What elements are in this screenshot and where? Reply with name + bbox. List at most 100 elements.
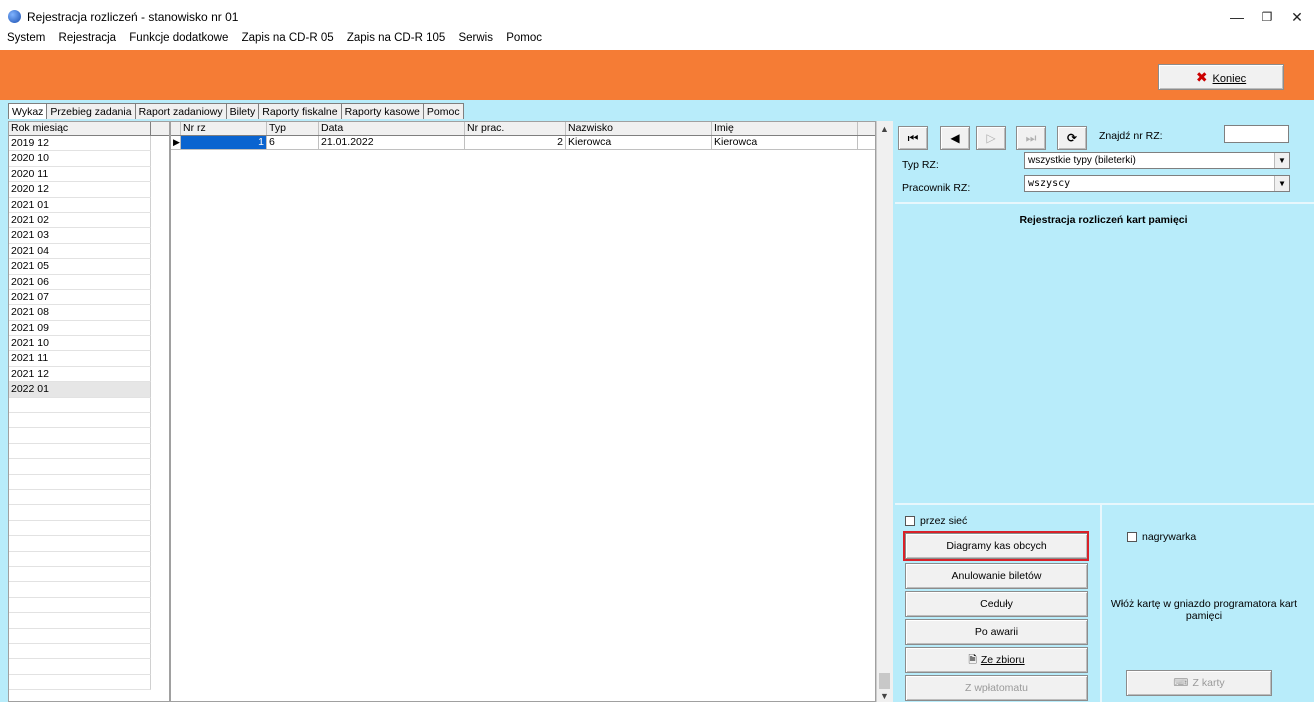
empty-row <box>9 597 151 614</box>
po-awarii-button[interactable]: Po awarii <box>905 619 1088 645</box>
anulowanie-biletow-button[interactable]: Anulowanie biletów <box>905 563 1088 589</box>
prev-icon: ◀ <box>950 131 960 145</box>
cell-nr-prac[interactable]: 2 <box>465 136 566 149</box>
grid-header: Nr rz Typ Data Nr prac. Nazwisko Imię <box>171 122 875 136</box>
scroll-down-icon[interactable]: ▼ <box>880 691 889 701</box>
list-item[interactable]: 2021 01 <box>9 197 151 213</box>
find-rz-input[interactable] <box>1224 125 1289 143</box>
menu-pomoc[interactable]: Pomoc <box>506 32 542 44</box>
list-item[interactable]: 2020 12 <box>9 182 151 198</box>
scroll-up-icon[interactable]: ▲ <box>880 124 889 134</box>
list-item[interactable]: 2021 07 <box>9 289 151 306</box>
empty-row <box>9 582 151 598</box>
koniec-button[interactable]: ✖ Koniec <box>1158 64 1284 90</box>
divider <box>895 202 1314 204</box>
col-typ[interactable]: Typ <box>267 122 319 135</box>
cell-typ[interactable]: 6 <box>267 136 319 149</box>
cell-nr-rz[interactable]: 1 <box>181 136 267 149</box>
list-item[interactable]: 2021 06 <box>9 274 151 290</box>
z-wplatomatu-button[interactable]: Z wpłatomatu <box>905 675 1088 701</box>
nav-next-button[interactable]: ▷ <box>976 126 1006 150</box>
menu-funkcje[interactable]: Funkcje dodatkowe <box>129 32 228 44</box>
close-window-button[interactable]: ✕ <box>1282 6 1312 28</box>
tab-przebieg[interactable]: Przebieg zadania <box>46 103 136 119</box>
menu-bar: System Rejestracja Funkcje dodatkowe Zap… <box>0 32 544 50</box>
divider <box>895 503 1314 505</box>
cell-nazwisko[interactable]: Kierowca <box>566 136 712 149</box>
scroll-thumb[interactable] <box>879 673 890 689</box>
empty-row <box>9 566 151 583</box>
month-column-header[interactable]: Rok miesiąc <box>9 122 151 135</box>
empty-row <box>9 613 151 629</box>
month-list[interactable]: Rok miesiąc 2019 12 2020 10 2020 11 2020… <box>8 121 170 702</box>
tab-raporty-kasowe[interactable]: Raporty kasowe <box>340 103 424 119</box>
col-data[interactable]: Data <box>319 122 465 135</box>
tab-wykaz[interactable]: Wykaz <box>8 103 48 119</box>
col-imie[interactable]: Imię <box>712 122 858 135</box>
list-item[interactable]: 2020 10 <box>9 151 151 167</box>
section-title: Rejestracja rozliczeń kart pamięci <box>1019 214 1188 226</box>
nagrywarka-label: nagrywarka <box>1142 531 1197 543</box>
typ-rz-label: Typ RZ: <box>902 159 939 171</box>
list-item[interactable]: 2021 11 <box>9 351 151 367</box>
list-item[interactable]: 2021 05 <box>9 259 151 275</box>
next-icon: ▷ <box>986 131 996 145</box>
ceduly-button[interactable]: Ceduły <box>905 591 1088 617</box>
list-item[interactable]: 2021 09 <box>9 320 151 337</box>
tab-bilety[interactable]: Bilety <box>225 103 260 119</box>
refresh-button[interactable]: ⟳ <box>1057 126 1087 150</box>
table-row[interactable]: ▶ 1 6 21.01.2022 2 Kierowca Kierowca <box>171 136 875 150</box>
col-nr-rz[interactable]: Nr rz <box>181 122 267 135</box>
list-item[interactable]: 2021 10 <box>9 336 151 352</box>
chevron-down-icon[interactable]: ▼ <box>1274 153 1289 168</box>
tab-raport-zadaniowy[interactable]: Raport zadaniowy <box>134 103 227 119</box>
col-nazwisko[interactable]: Nazwisko <box>566 122 712 135</box>
empty-row <box>9 428 151 444</box>
top-banner <box>0 50 1314 100</box>
empty-row <box>9 643 151 660</box>
list-item[interactable]: 2021 12 <box>9 366 151 383</box>
menu-zapis-05[interactable]: Zapis na CD-R 05 <box>242 32 334 44</box>
grid-scrollbar[interactable]: ▲ ▼ <box>876 121 893 702</box>
list-item[interactable]: 2021 08 <box>9 305 151 321</box>
menu-system[interactable]: System <box>7 32 45 44</box>
list-item[interactable]: 2021 04 <box>9 243 151 260</box>
typ-rz-select[interactable]: wszystkie typy (bileterki) ▼ <box>1024 152 1290 169</box>
nagrywarka-checkbox[interactable] <box>1127 532 1137 542</box>
tab-pomoc[interactable]: Pomoc <box>422 103 464 119</box>
empty-row <box>9 443 151 460</box>
z-karty-button[interactable]: ⌨ Z karty <box>1126 670 1272 696</box>
list-item[interactable]: 2021 02 <box>9 212 151 229</box>
nav-first-button[interactable]: ⏮ <box>898 126 928 150</box>
tab-raporty-fiskalne[interactable]: Raporty fiskalne <box>258 103 342 119</box>
list-item[interactable]: 2021 03 <box>9 228 151 244</box>
list-item[interactable]: 2019 12 <box>9 136 151 152</box>
chevron-down-icon[interactable]: ▼ <box>1274 176 1289 191</box>
pracownik-rz-label: Pracownik RZ: <box>902 182 971 194</box>
find-label: Znajdź nr RZ: <box>1099 130 1163 142</box>
cell-data[interactable]: 21.01.2022 <box>319 136 465 149</box>
settlements-grid[interactable]: Nr rz Typ Data Nr prac. Nazwisko Imię ▶ … <box>170 121 876 702</box>
list-item-selected[interactable]: 2022 01 <box>9 382 151 398</box>
nav-last-button[interactable]: ⏭ <box>1016 126 1046 150</box>
maximize-button[interactable]: ❐ <box>1252 6 1282 28</box>
col-nr-prac[interactable]: Nr prac. <box>465 122 566 135</box>
tab-bar: Wykaz Przebieg zadania Raport zadaniowy Bil… <box>8 103 464 119</box>
menu-zapis-105[interactable]: Zapis na CD-R 105 <box>347 32 445 44</box>
empty-row <box>9 397 151 414</box>
highlight-box <box>903 531 1089 561</box>
empty-row <box>9 413 151 429</box>
window-title: Rejestracja rozliczeń - stanowisko nr 01 <box>27 10 239 24</box>
przez-siec-checkbox[interactable] <box>905 516 915 526</box>
insert-card-text: Włóż kartę w gniazdo programatora kart p… <box>1110 598 1298 622</box>
refresh-icon: ⟳ <box>1066 131 1078 145</box>
menu-serwis[interactable]: Serwis <box>458 32 493 44</box>
ze-zbioru-button[interactable]: 🗎 Ze zbioru <box>905 647 1088 673</box>
list-item[interactable]: 2020 11 <box>9 166 151 183</box>
cell-imie[interactable]: Kierowca <box>712 136 858 149</box>
pracownik-rz-select[interactable]: wszyscy ▼ <box>1024 175 1290 192</box>
app-icon <box>8 10 21 23</box>
nav-prev-button[interactable]: ◀ <box>940 126 970 150</box>
minimize-button[interactable]: — <box>1222 6 1252 28</box>
menu-rejestracja[interactable]: Rejestracja <box>59 32 117 44</box>
